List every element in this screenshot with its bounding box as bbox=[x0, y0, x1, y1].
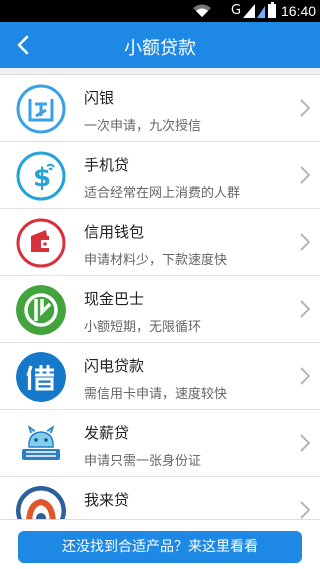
cashbus-logo-icon bbox=[16, 285, 66, 335]
shoujidai-logo-icon: $ bbox=[16, 151, 66, 201]
wifi-icon bbox=[193, 4, 211, 17]
product-name: 手机贷 bbox=[84, 156, 130, 174]
page-title: 小额贷款 bbox=[124, 38, 196, 59]
status-bar: G 16:40 bbox=[0, 0, 320, 22]
jie-logo-icon bbox=[16, 352, 66, 402]
app-bar: 小额贷款 bbox=[0, 22, 320, 68]
bottom-bar: 还没找到合适产品？来这里看看 bbox=[0, 519, 320, 569]
product-desc: 需信用卡申请，速度较快 bbox=[84, 387, 228, 402]
list-item-credit-wallet[interactable]: 信用钱包 申请材料少，下款速度快 bbox=[0, 209, 320, 276]
chevron-right-icon bbox=[300, 166, 310, 184]
signal-icon bbox=[243, 4, 255, 18]
list-item-cashbus[interactable]: 现金巴士 小额短期，无限循环 bbox=[0, 276, 320, 343]
wolaidai-logo-icon bbox=[16, 486, 66, 519]
chevron-right-icon bbox=[300, 99, 310, 117]
product-name: 闪电贷款 bbox=[84, 357, 145, 375]
list-item-faxindai[interactable]: 发薪贷 申请只需一张身份证 bbox=[0, 410, 320, 477]
network-type: G bbox=[231, 3, 242, 18]
product-desc: 申请只需一张身份证 bbox=[84, 454, 202, 469]
shanyin-logo-icon bbox=[16, 84, 66, 134]
find-more-products-button[interactable]: 还没找到合适产品？来这里看看 bbox=[18, 531, 302, 563]
product-name: 发薪贷 bbox=[84, 424, 130, 442]
product-name: 现金巴士 bbox=[84, 290, 145, 308]
svg-text:$: $ bbox=[33, 163, 51, 193]
list-item-shoujidai[interactable]: $ 手机贷 适合经常在网上消费的人群 bbox=[0, 142, 320, 209]
battery-icon bbox=[268, 2, 276, 18]
wallet-logo-icon bbox=[16, 218, 66, 268]
product-desc: 一次申请，九次授信 bbox=[84, 119, 202, 134]
chevron-right-icon bbox=[300, 501, 310, 519]
chevron-right-icon bbox=[300, 367, 310, 385]
chevron-right-icon bbox=[300, 300, 310, 318]
chevron-right-icon bbox=[300, 434, 310, 452]
product-name: 闪银 bbox=[84, 89, 115, 107]
product-name: 信用钱包 bbox=[84, 223, 145, 241]
faxindai-logo-icon bbox=[22, 425, 60, 460]
list-item-flash-loan[interactable]: 闪电贷款 需信用卡申请，速度较快 bbox=[0, 343, 320, 410]
product-desc: 适合经常在网上消费的人群 bbox=[84, 186, 241, 201]
chevron-right-icon bbox=[300, 233, 310, 251]
list-item-shanyin[interactable]: 闪银 一次申请，九次授信 bbox=[0, 75, 320, 142]
status-time: 16:40 bbox=[281, 3, 317, 19]
product-desc: 小额短期，无限循环 bbox=[84, 320, 202, 335]
product-desc: 申请材料少，下款速度快 bbox=[84, 253, 228, 268]
loan-product-list: 闪银 一次申请，九次授信 $ 手机贷 适合经常在网上消费的人群 信用钱包 申请材… bbox=[0, 74, 320, 519]
product-name: 我来贷 bbox=[84, 491, 130, 509]
signal-icon-secondary bbox=[257, 6, 265, 18]
list-item-wolaidai[interactable]: 我来贷 bbox=[0, 477, 320, 519]
